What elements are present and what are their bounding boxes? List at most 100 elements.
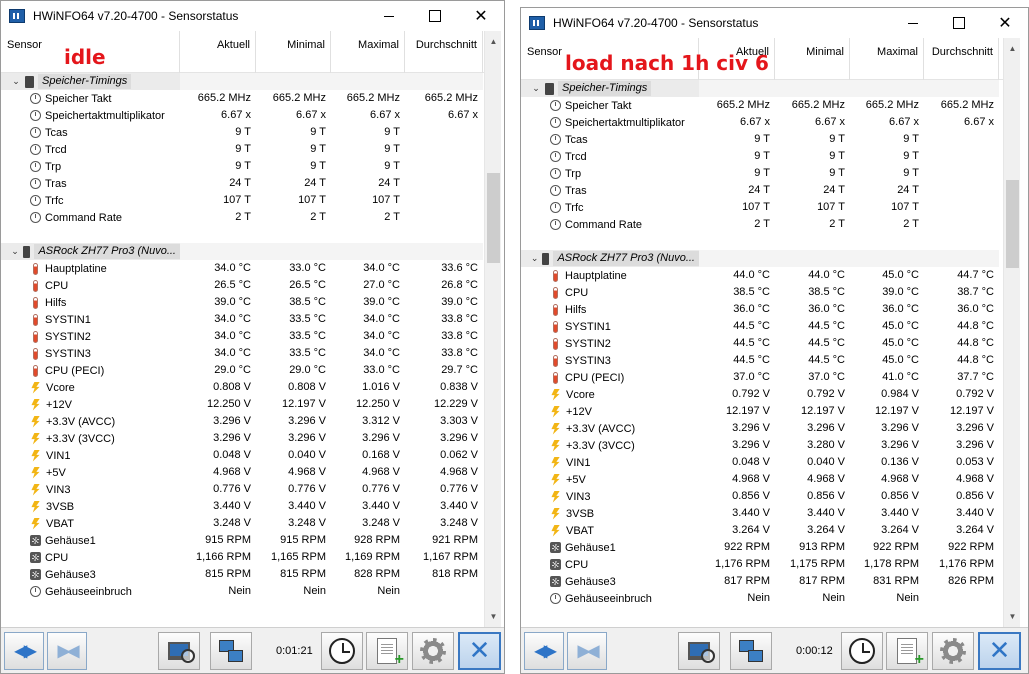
network-button[interactable] xyxy=(210,632,252,670)
sensor-row[interactable]: +5V 4.968 V 4.968 V 4.968 V 4.968 V xyxy=(521,471,999,488)
sensor-row[interactable]: Command Rate 2 T 2 T 2 T xyxy=(1,209,483,226)
logging-button[interactable] xyxy=(366,632,408,670)
maximize-button[interactable] xyxy=(412,1,458,31)
sensor-row[interactable]: SYSTIN1 34.0 °C 33.5 °C 34.0 °C 33.8 °C xyxy=(1,311,483,328)
reset-timer-button[interactable] xyxy=(321,632,363,670)
logging-button[interactable] xyxy=(886,632,928,670)
sensor-row[interactable]: Speichertaktmultiplikator 6.67 x 6.67 x 6.6… xyxy=(521,114,999,131)
sensor-row[interactable]: Trfc 107 T 107 T 107 T xyxy=(1,192,483,209)
sensor-row[interactable]: Gehäuseeinbruch Nein Nein Nein xyxy=(1,583,483,600)
sensor-group-header[interactable]: ⌄ Speicher-Timings xyxy=(1,73,483,90)
column-minimal[interactable]: Minimal xyxy=(775,38,850,80)
sensor-row[interactable]: Trcd 9 T 9 T 9 T xyxy=(521,148,999,165)
sensor-row[interactable]: Tcas 9 T 9 T 9 T xyxy=(521,131,999,148)
sensor-row[interactable]: SYSTIN2 34.0 °C 33.5 °C 34.0 °C 33.8 °C xyxy=(1,328,483,345)
close-window-button[interactable]: ✕ xyxy=(982,8,1028,38)
sensor-row[interactable]: VIN3 0.856 V 0.856 V 0.856 V 0.856 V xyxy=(521,488,999,505)
sensor-row[interactable]: +12V 12.250 V 12.197 V 12.250 V 12.229 V xyxy=(1,396,483,413)
scroll-up-arrow[interactable]: ▲ xyxy=(1004,40,1021,57)
sensor-row[interactable]: Speichertaktmultiplikator 6.67 x 6.67 x 6.6… xyxy=(1,107,483,124)
sensor-row[interactable]: SYSTIN2 44.5 °C 44.5 °C 45.0 °C 44.8 °C xyxy=(521,335,999,352)
sensor-row[interactable]: VIN1 0.048 V 0.040 V 0.168 V 0.062 V xyxy=(1,447,483,464)
column-minimal[interactable]: Minimal xyxy=(256,31,331,73)
chevron-down-icon[interactable]: ⌄ xyxy=(530,253,539,264)
monitor-report-button[interactable] xyxy=(678,632,720,670)
column-durchschnitt[interactable]: Durchschnitt xyxy=(405,31,483,73)
sensor-row[interactable]: Speicher Takt 665.2 MHz 665.2 MHz 665.2 MHz… xyxy=(521,97,999,114)
sensor-row[interactable]: 3VSB 3.440 V 3.440 V 3.440 V 3.440 V xyxy=(521,505,999,522)
chevron-down-icon[interactable]: ⌄ xyxy=(530,83,542,94)
sensor-row[interactable]: Vcore 0.792 V 0.792 V 0.984 V 0.792 V xyxy=(521,386,999,403)
vertical-scrollbar[interactable]: ▲ ▼ xyxy=(1003,38,1020,627)
maximize-button[interactable] xyxy=(936,8,982,38)
column-aktuell[interactable]: Aktuell xyxy=(180,31,256,73)
sensor-row[interactable]: Gehäuse1 922 RPM 913 RPM 922 RPM 922 RPM xyxy=(521,539,999,556)
sensor-row[interactable]: Hilfs 39.0 °C 38.5 °C 39.0 °C 39.0 °C xyxy=(1,294,483,311)
sensor-row[interactable]: Hauptplatine 44.0 °C 44.0 °C 45.0 °C 44.7 °C xyxy=(521,267,999,284)
navigate-dim-button[interactable]: ▶◀ xyxy=(567,632,607,670)
scroll-down-arrow[interactable]: ▼ xyxy=(1004,608,1021,625)
settings-button[interactable] xyxy=(412,632,454,670)
minimize-button[interactable] xyxy=(366,1,412,31)
sensor-row[interactable]: CPU (PECI) 37.0 °C 37.0 °C 41.0 °C 37.7 °C xyxy=(521,369,999,386)
sensor-row[interactable]: CPU 26.5 °C 26.5 °C 27.0 °C 26.8 °C xyxy=(1,277,483,294)
close-window-button[interactable]: ✕ xyxy=(458,1,504,31)
sensor-row[interactable]: CPU 38.5 °C 38.5 °C 39.0 °C 38.7 °C xyxy=(521,284,999,301)
sensor-row[interactable]: Trp 9 T 9 T 9 T xyxy=(1,158,483,175)
sensor-row[interactable]: SYSTIN3 34.0 °C 33.5 °C 34.0 °C 33.8 °C xyxy=(1,345,483,362)
sensor-row[interactable]: Trfc 107 T 107 T 107 T xyxy=(521,199,999,216)
sensor-row[interactable]: CPU 1,176 RPM 1,175 RPM 1,178 RPM 1,176 RPM xyxy=(521,556,999,573)
network-button[interactable] xyxy=(730,632,772,670)
close-sensors-button[interactable]: ✕ xyxy=(978,632,1021,670)
sensor-row[interactable]: VIN3 0.776 V 0.776 V 0.776 V 0.776 V xyxy=(1,481,483,498)
sensor-row[interactable]: +12V 12.197 V 12.197 V 12.197 V 12.197 V xyxy=(521,403,999,420)
scrollbar-thumb[interactable] xyxy=(1006,180,1019,268)
sensor-row[interactable]: +3.3V (3VCC) 3.296 V 3.280 V 3.296 V 3.296 V xyxy=(521,437,999,454)
sensor-row[interactable]: Gehäuse1 915 RPM 915 RPM 928 RPM 921 RPM xyxy=(1,532,483,549)
chevron-down-icon[interactable]: ⌄ xyxy=(10,76,22,87)
scrollbar-thumb[interactable] xyxy=(487,173,500,263)
sensor-row[interactable]: Tras 24 T 24 T 24 T xyxy=(1,175,483,192)
chevron-down-icon[interactable]: ⌄ xyxy=(10,246,20,257)
sensor-row[interactable]: Gehäuseeinbruch Nein Nein Nein xyxy=(521,590,999,607)
close-sensors-button[interactable]: ✕ xyxy=(458,632,501,670)
sensor-row[interactable]: Tcas 9 T 9 T 9 T xyxy=(1,124,483,141)
navigate-left-right-button[interactable]: ◀▶ xyxy=(4,632,44,670)
sensor-group-header[interactable]: ⌄ Speicher-Timings xyxy=(521,80,999,97)
sensor-row[interactable]: Hauptplatine 34.0 °C 33.0 °C 34.0 °C 33.6 °C xyxy=(1,260,483,277)
sensor-row[interactable]: CPU (PECI) 29.0 °C 29.0 °C 33.0 °C 29.7 °C xyxy=(1,362,483,379)
sensor-group-header[interactable]: ⌄ ASRock ZH77 Pro3 (Nuvo... xyxy=(521,250,999,267)
sensor-row[interactable]: Trp 9 T 9 T 9 T xyxy=(521,165,999,182)
scroll-up-arrow[interactable]: ▲ xyxy=(485,33,502,50)
sensor-row[interactable]: +3.3V (3VCC) 3.296 V 3.296 V 3.296 V 3.296 V xyxy=(1,430,483,447)
sensor-row[interactable]: Gehäuse3 817 RPM 817 RPM 831 RPM 826 RPM xyxy=(521,573,999,590)
column-maximal[interactable]: Maximal xyxy=(331,31,405,73)
sensor-row[interactable]: +5V 4.968 V 4.968 V 4.968 V 4.968 V xyxy=(1,464,483,481)
sensor-row[interactable]: VBAT 3.264 V 3.264 V 3.264 V 3.264 V xyxy=(521,522,999,539)
vertical-scrollbar[interactable]: ▲ ▼ xyxy=(484,31,501,627)
sensor-row[interactable]: 3VSB 3.440 V 3.440 V 3.440 V 3.440 V xyxy=(1,498,483,515)
sensor-row[interactable]: Hilfs 36.0 °C 36.0 °C 36.0 °C 36.0 °C xyxy=(521,301,999,318)
sensor-row[interactable]: Tras 24 T 24 T 24 T xyxy=(521,182,999,199)
minimize-button[interactable] xyxy=(890,8,936,38)
sensor-row[interactable]: Trcd 9 T 9 T 9 T xyxy=(1,141,483,158)
sensor-row[interactable]: Speicher Takt 665.2 MHz 665.2 MHz 665.2 MHz… xyxy=(1,90,483,107)
column-durchschnitt[interactable]: Durchschnitt xyxy=(924,38,999,80)
sensor-row[interactable]: VIN1 0.048 V 0.040 V 0.136 V 0.053 V xyxy=(521,454,999,471)
sensor-row[interactable]: SYSTIN1 44.5 °C 44.5 °C 45.0 °C 44.8 °C xyxy=(521,318,999,335)
sensor-row[interactable]: +3.3V (AVCC) 3.296 V 3.296 V 3.312 V 3.303 V xyxy=(1,413,483,430)
sensor-row[interactable]: Vcore 0.808 V 0.808 V 1.016 V 0.838 V xyxy=(1,379,483,396)
sensor-row[interactable]: Gehäuse3 815 RPM 815 RPM 828 RPM 818 RPM xyxy=(1,566,483,583)
navigate-dim-button[interactable]: ▶◀ xyxy=(47,632,87,670)
reset-timer-button[interactable] xyxy=(841,632,883,670)
monitor-report-button[interactable] xyxy=(158,632,200,670)
sensor-row[interactable]: CPU 1,166 RPM 1,165 RPM 1,169 RPM 1,167 RPM xyxy=(1,549,483,566)
sensor-group-header[interactable]: ⌄ ASRock ZH77 Pro3 (Nuvo... xyxy=(1,243,483,260)
sensor-row[interactable]: Command Rate 2 T 2 T 2 T xyxy=(521,216,999,233)
sensor-row[interactable]: VBAT 3.248 V 3.248 V 3.248 V 3.248 V xyxy=(1,515,483,532)
scroll-down-arrow[interactable]: ▼ xyxy=(485,608,502,625)
sensor-row[interactable]: SYSTIN3 44.5 °C 44.5 °C 45.0 °C 44.8 °C xyxy=(521,352,999,369)
navigate-left-right-button[interactable]: ◀▶ xyxy=(524,632,564,670)
column-maximal[interactable]: Maximal xyxy=(850,38,924,80)
settings-button[interactable] xyxy=(932,632,974,670)
